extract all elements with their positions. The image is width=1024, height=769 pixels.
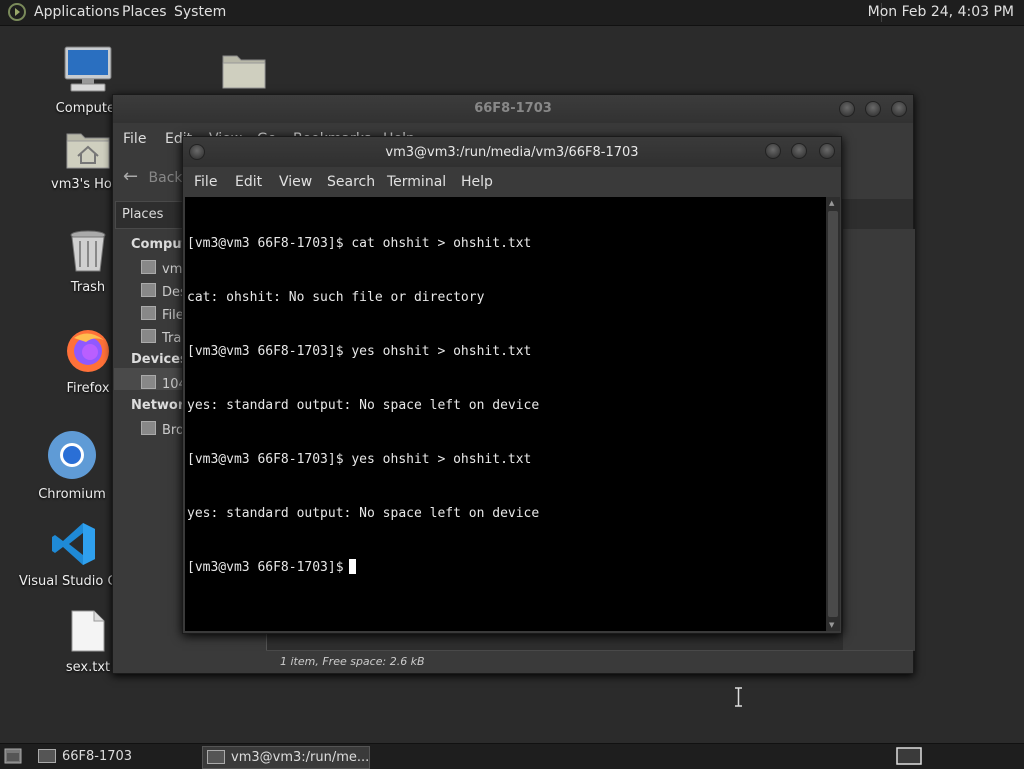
folder-icon: [222, 55, 266, 89]
trash-icon: [141, 329, 156, 343]
scrollbar-thumb[interactable]: [828, 211, 838, 617]
ibeam-cursor-icon: [735, 687, 742, 707]
taskbar-item-label: 66F8-1703: [62, 749, 133, 764]
terminal-prompt: [vm3@vm3 66F8-1703]$: [187, 560, 344, 575]
home-icon: [141, 260, 156, 274]
terminal-titlebar[interactable]: vm3@vm3:/run/media/vm3/66F8-1703: [183, 137, 841, 167]
terminal-line: [vm3@vm3 66F8-1703]$ cat ohshit > ohshit…: [187, 236, 532, 251]
terminal-line: [vm3@vm3 66F8-1703]$ yes ohshit > ohshit…: [187, 344, 532, 359]
scroll-up-arrow-icon[interactable]: ▲: [829, 199, 834, 207]
places-label: Places: [122, 207, 164, 222]
maximize-button[interactable]: [865, 101, 881, 117]
menu-view[interactable]: View: [279, 174, 312, 190]
terminal-scrollbar[interactable]: ▲ ▼: [826, 197, 840, 631]
menu-search[interactable]: Search: [327, 174, 375, 190]
drive-icon: [141, 306, 156, 320]
clock[interactable]: Mon Feb 24, 4:03 PM: [868, 4, 1014, 20]
file-view-panel: [843, 229, 915, 651]
minimize-button[interactable]: [765, 143, 781, 159]
home-folder-icon: [66, 133, 110, 169]
window-title: 66F8-1703: [474, 101, 552, 116]
back-label: Back: [148, 170, 183, 186]
desktop-icon: [141, 283, 156, 297]
firefox-icon: [67, 330, 109, 372]
bottom-panel: 66F8-1703 vm3@vm3:/run/me...: [0, 743, 1024, 769]
scroll-down-arrow-icon[interactable]: ▼: [829, 621, 834, 629]
computer-icon: [64, 46, 112, 92]
chromium-icon: [48, 431, 96, 479]
desktop-icon-label: Chromium: [38, 487, 106, 502]
menu-edit[interactable]: Edit: [235, 174, 262, 190]
terminal-screen[interactable]: [vm3@vm3 66F8-1703]$ cat ohshit > ohshit…: [185, 197, 826, 707]
menu-file[interactable]: File: [194, 174, 217, 190]
usb-drive-icon: [141, 375, 156, 389]
terminal-window[interactable]: vm3@vm3:/run/media/vm3/66F8-1703 File Ed…: [182, 136, 842, 707]
menu-terminal[interactable]: Terminal: [387, 174, 446, 190]
terminal-line: yes: standard output: No space left on d…: [187, 506, 540, 521]
text-cursor: [348, 559, 356, 574]
status-text: 1 item, Free space: 2.6 kB: [280, 655, 425, 668]
minimize-button[interactable]: [839, 101, 855, 117]
terminal-icon: [207, 750, 225, 764]
taskbar-item-file-manager[interactable]: 66F8-1703: [38, 746, 198, 767]
sidebar-item-device[interactable]: 104: [141, 375, 187, 392]
terminal-line: cat: ohshit: No such file or directory: [187, 290, 485, 305]
applications-menu[interactable]: Applications: [34, 4, 120, 20]
taskbar-item-label: vm3@vm3:/run/me...: [231, 750, 370, 765]
places-menu[interactable]: Places: [122, 4, 167, 20]
network-icon: [141, 421, 156, 435]
show-desktop-icon[interactable]: [4, 748, 22, 764]
distro-logo-icon[interactable]: [7, 2, 27, 22]
terminal-menubar: File Edit View Search Terminal Help: [183, 167, 841, 197]
close-button[interactable]: [819, 143, 835, 159]
back-arrow-icon: ←: [123, 166, 139, 187]
window-title: vm3@vm3:/run/media/vm3/66F8-1703: [385, 145, 639, 160]
window-icon: [38, 749, 56, 763]
desktop-icon-folder[interactable]: [189, 50, 299, 94]
sidebar-heading-devices: Devices: [131, 352, 188, 367]
desktop-icon-chromium[interactable]: Chromium: [17, 430, 127, 502]
terminal-line: [vm3@vm3 66F8-1703]$ yes ohshit > ohshit…: [187, 452, 532, 467]
top-panel: Applications Places System Mon Feb 24, 4…: [0, 0, 1024, 26]
menu-file[interactable]: File: [123, 131, 146, 147]
vscode-icon: [52, 523, 95, 565]
back-button[interactable]: ← Back: [123, 166, 183, 187]
maximize-button[interactable]: [791, 143, 807, 159]
system-menu[interactable]: System: [174, 4, 226, 20]
close-button[interactable]: [891, 101, 907, 117]
menu-help[interactable]: Help: [461, 174, 493, 190]
status-bar: 1 item, Free space: 2.6 kB: [266, 650, 913, 673]
terminal-line: yes: standard output: No space left on d…: [187, 398, 540, 413]
workspace-switcher-icon[interactable]: [896, 747, 922, 765]
text-file-icon: [71, 610, 105, 652]
trash-icon: [70, 230, 106, 272]
taskbar-item-terminal[interactable]: vm3@vm3:/run/me...: [202, 746, 370, 769]
file-manager-titlebar[interactable]: 66F8-1703: [113, 95, 913, 123]
terminal-prompt-line: [vm3@vm3 66F8-1703]$: [187, 559, 539, 577]
